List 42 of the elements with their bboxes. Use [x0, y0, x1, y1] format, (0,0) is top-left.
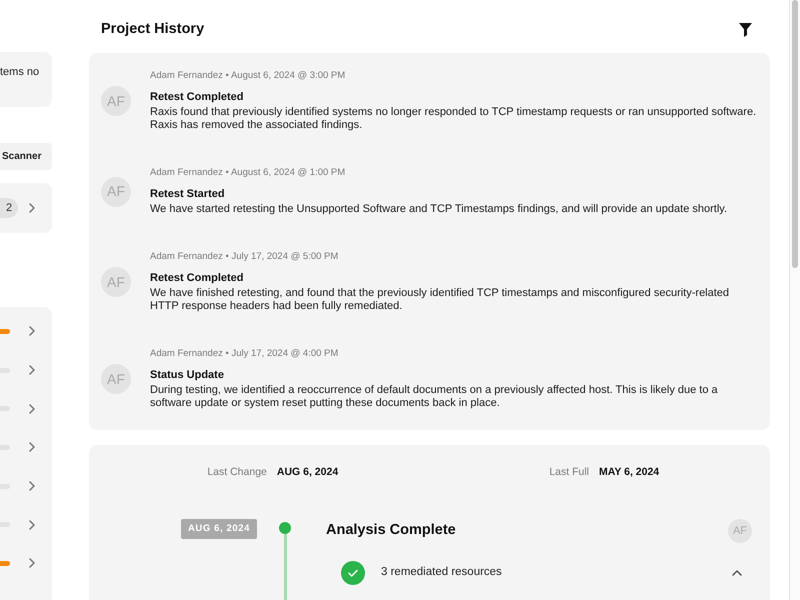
check-circle-icon: [341, 561, 365, 585]
entry-meta: Adam Fernandez • July 17, 2024 @ 4:00 PM: [150, 348, 340, 360]
timeline-dot-icon: [279, 522, 291, 534]
entry-body: Raxis found that previously identified systems no longer responded to TCP timestamp requests or ran unsupported software. Raxis has removed the associated findings.: [150, 106, 758, 132]
note-text: tems no: [0, 65, 40, 79]
avatar: AF: [101, 176, 131, 206]
date-badge: AUG 6, 2024: [180, 519, 257, 539]
page-number[interactable]: 2: [0, 198, 18, 218]
filter-icon[interactable]: [739, 22, 752, 36]
chevron-right-icon[interactable]: [29, 520, 35, 530]
entry-title: Status Update: [150, 368, 225, 382]
avatar: AF: [101, 364, 131, 394]
entry-meta: Adam Fernandez • August 6, 2024 @ 3:00 PM: [150, 70, 346, 82]
summary-label: Last Change: [207, 465, 267, 480]
avatar: AF: [101, 267, 131, 297]
scrollbar-thumb[interactable]: [792, 0, 798, 268]
entry-title: Retest Completed: [150, 271, 245, 285]
chevron-right-icon[interactable]: [29, 365, 35, 376]
avatar: AF: [728, 519, 752, 543]
entry-title: Retest Completed: [150, 90, 245, 104]
chevron-up-icon[interactable]: [732, 570, 742, 576]
summary-label: Last Full: [549, 465, 590, 480]
entry-title: Retest Started: [150, 187, 226, 201]
chevron-right-icon[interactable]: [29, 442, 35, 452]
entry-body: We have finished retesting, and found that the previously identified TCP timestamps and misconfigured security-related HTTP response headers had been fully remediated.: [150, 287, 730, 313]
entry-meta: Adam Fernandez • July 17, 2024 @ 5:00 PM: [150, 251, 340, 263]
entry-meta: Adam Fernandez • August 6, 2024 @ 1:00 PM: [150, 167, 346, 179]
entry-body: During testing, we identified a reoccurrence of default documents on a previously affected host. This is likely due to a software update or system reset putting these documents back in place.: [150, 384, 719, 410]
chevron-right-icon[interactable]: [29, 481, 35, 492]
entry-body: We have started retesting the Unsupported Software and TCP Timestamps findings, and will provide an update shortly.: [150, 203, 728, 216]
chevron-right-icon[interactable]: [29, 558, 35, 568]
page-title: Project History: [101, 20, 204, 39]
timeline-line: [284, 534, 286, 600]
group-label: 3 remediated resources: [381, 565, 502, 580]
chevron-right-icon[interactable]: [29, 326, 35, 336]
chevron-right-icon[interactable]: [29, 404, 35, 414]
summary-value: AUG 6, 2024: [276, 465, 338, 480]
timeline-title: Analysis Complete: [326, 521, 456, 540]
summary-value: MAY 6, 2024: [599, 465, 660, 480]
label-chip[interactable]: Scanner: [0, 143, 52, 170]
avatar: AF: [101, 86, 131, 116]
chevron-right-icon[interactable]: [29, 203, 35, 213]
